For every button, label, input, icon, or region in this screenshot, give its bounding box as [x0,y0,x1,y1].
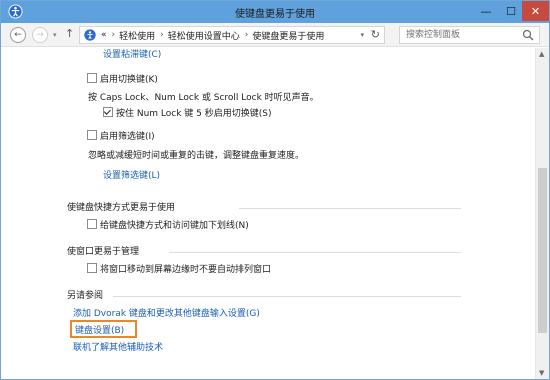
scrollbar-thumb[interactable] [538,168,547,333]
search-box[interactable] [399,26,540,44]
setup-filter-keys-link[interactable]: 设置筛选键(L) [103,168,160,181]
refresh-button[interactable]: ↻ [371,28,380,41]
underline-shortcuts-checkbox[interactable] [87,219,97,229]
window-title: 使键盘更易于使用 [235,9,315,20]
toggle-keys-checkbox[interactable] [87,73,97,83]
window-section-heading: 使窗口更易于管理 [67,247,140,257]
shortcut-section-heading: 使键盘快捷方式更易于使用 [67,203,176,213]
navigation-bar: ← → ▾ ↑ « › 轻松使用 › 轻松使用设置中心 › 使键盘更易于使用 ▾… [1,23,549,47]
content-pane: 设置粘滞键(C) 启用切换键(K) 按 Caps Lock、Num Lock 或… [1,48,535,379]
dvorak-keyboard-link[interactable]: 添加 Dvorak 键盘和更改其他键盘输入设置(G) [73,306,260,319]
num-lock-toggle-label[interactable]: 按住 Num Lock 键 5 秒启用切换键(S) [116,106,272,119]
vertical-scrollbar[interactable]: ▲ ▼ [535,48,549,379]
up-button[interactable]: ↑ [65,27,74,40]
close-button[interactable]: ✕ [522,1,549,21]
search-input[interactable] [400,27,515,43]
underline-shortcuts-label[interactable]: 给键盘快捷方式和访问键加下划线(N) [100,218,249,231]
breadcrumb-separator[interactable]: › [245,30,249,40]
breadcrumb-item[interactable]: 轻松使用 [119,29,155,42]
section-divider [169,252,461,253]
filter-keys-checkbox[interactable] [87,130,97,140]
num-lock-toggle-checkbox[interactable] [103,107,113,117]
address-dropdown[interactable]: ▾ [360,31,364,39]
maximize-button[interactable]: ☐ [498,1,524,21]
breadcrumb-item[interactable]: 使键盘更易于使用 [252,29,324,42]
search-icon[interactable] [522,29,534,41]
scroll-up-arrow-icon[interactable]: ▲ [539,50,544,58]
filter-keys-description: 忽略或减缓短时间或重复的击键，调整键盘重复速度。 [88,151,305,161]
breadcrumb-separator[interactable]: › [160,30,164,40]
keyboard-settings-link[interactable]: 键盘设置(B) [75,323,124,336]
control-panel-window: 使键盘更易于使用 — ☐ ✕ ← → ▾ ↑ « › 轻松使用 › 轻松使用设置… [0,0,550,380]
section-divider [239,208,461,209]
prevent-window-arrange-checkbox[interactable] [87,263,97,273]
address-bar[interactable]: « › 轻松使用 › 轻松使用设置中心 › 使键盘更易于使用 ▾ ↻ [79,26,385,44]
minimize-button[interactable]: — [473,1,499,21]
scroll-down-arrow-icon[interactable]: ▼ [539,369,544,377]
toggle-keys-description: 按 Caps Lock、Num Lock 或 Scroll Lock 时听见声音… [88,93,319,103]
see-also-heading: 另请参阅 [67,291,104,301]
breadcrumb-separator[interactable]: › [112,30,116,40]
assistive-tech-online-link[interactable]: 联机了解其他辅助技术 [73,340,163,353]
toggle-keys-label[interactable]: 启用切换键(K) [100,72,158,85]
address-overflow[interactable]: « [101,30,107,40]
prevent-window-arrange-label[interactable]: 将窗口移动到屏幕边缘时不要自动排列窗口 [100,262,271,275]
setup-sticky-keys-link[interactable]: 设置粘滞键(C) [103,47,161,60]
breadcrumb-item[interactable]: 轻松使用设置中心 [168,29,240,42]
back-button[interactable]: ← [10,27,26,43]
title-bar[interactable]: 使键盘更易于使用 — ☐ ✕ [1,1,549,23]
control-panel-icon [84,29,96,41]
filter-keys-label[interactable]: 启用筛选键(I) [100,129,155,142]
recent-pages-dropdown[interactable]: ▾ [53,31,57,39]
section-divider [113,296,461,297]
forward-button[interactable]: → [32,27,48,43]
